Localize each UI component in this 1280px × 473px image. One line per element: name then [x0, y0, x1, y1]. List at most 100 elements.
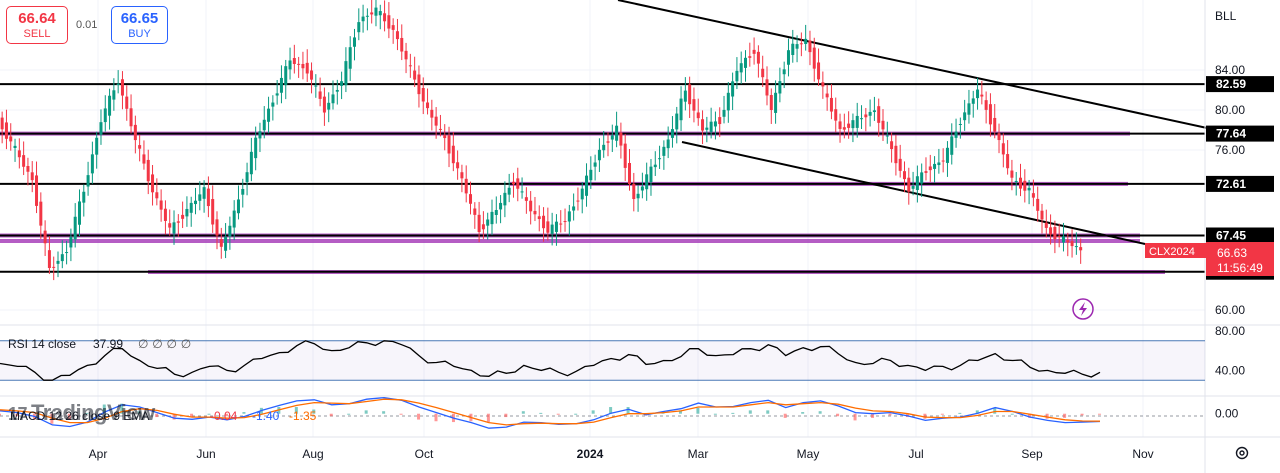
signal-line [0, 398, 1101, 426]
candle-body [477, 214, 481, 233]
candle-body [43, 230, 47, 244]
candle-body [168, 223, 172, 228]
candle-body [765, 79, 769, 96]
candle-body [387, 15, 391, 29]
candle-body [1066, 240, 1070, 243]
candle-body [30, 172, 34, 181]
macd-bar [818, 411, 822, 414]
time-tick: Mar [688, 447, 709, 461]
candle-body [69, 236, 73, 248]
candle-body [219, 239, 223, 247]
watermark-text: TradingView [31, 400, 155, 425]
candle-body [490, 211, 494, 225]
candle-body [847, 123, 851, 128]
price-tick: 80.00 [1215, 103, 1245, 117]
candle-body [391, 25, 395, 30]
candle-body [305, 62, 309, 74]
candle-body [189, 202, 193, 213]
candle-body [576, 200, 580, 202]
gear-icon[interactable] [1234, 445, 1250, 461]
candle-body [713, 121, 717, 127]
chart-canvas[interactable]: RSI 14 close 37.99 ∅ ∅ ∅ ∅ MACD 12 26 cl… [0, 0, 1280, 473]
candle-body [709, 121, 713, 132]
purple-zone [0, 239, 1140, 243]
candle-body [945, 147, 949, 163]
candle-body [984, 100, 988, 110]
candle-body [17, 150, 21, 158]
candle-body [151, 174, 155, 193]
candle-body [133, 124, 137, 141]
candle-body [310, 70, 314, 80]
candle-body [456, 162, 460, 169]
candle-body [421, 88, 425, 102]
candle-body [254, 137, 258, 159]
sell-label: SELL [23, 28, 51, 40]
candle-body [206, 188, 210, 207]
candle-body [937, 162, 941, 166]
candle-body [597, 149, 601, 161]
macd-bar [399, 413, 403, 415]
macd-bar [504, 413, 508, 418]
candle-body [726, 92, 730, 111]
rsi-value: 37.99 [93, 337, 123, 351]
rsi-pane[interactable]: RSI 14 close 37.99 ∅ ∅ ∅ ∅ [0, 337, 1205, 381]
buy-price: 66.65 [120, 10, 159, 27]
rsi-label: RSI 14 close [8, 337, 76, 351]
candle-body [524, 197, 528, 201]
candle-body [739, 63, 743, 73]
sell-button[interactable]: 66.64 SELL [6, 6, 68, 44]
rsi-tick: 80.00 [1215, 324, 1245, 338]
macd-value-hist: -0.04 [210, 409, 238, 423]
candle-body [533, 210, 537, 215]
candle-body [756, 51, 760, 64]
candle-body [632, 183, 636, 200]
candle-body [494, 210, 498, 215]
candle-body [653, 164, 657, 168]
candle-body [82, 191, 86, 203]
candle-body [120, 79, 124, 96]
level-tag-text: 82.59 [1216, 77, 1246, 91]
time-axis[interactable]: Apr Jun Aug Oct 2024 Mar May Jul Sep Nov [89, 447, 1154, 461]
macd-histogram [0, 403, 1101, 424]
candle-body [683, 90, 687, 102]
candle-body [241, 188, 245, 195]
symbol-label[interactable]: BLL [1215, 9, 1236, 23]
candle-body [344, 61, 348, 86]
candle-body [610, 135, 614, 140]
candle-body [1049, 227, 1053, 235]
candle-body [163, 208, 167, 221]
candle-body [877, 106, 881, 123]
symbol-tag: CLX2024 [1149, 246, 1195, 258]
candle-body [267, 108, 271, 122]
candle-body [202, 187, 206, 199]
rsi-extra: ∅ ∅ ∅ ∅ [138, 337, 191, 351]
macd-bar [853, 413, 857, 421]
candle-body [997, 133, 1001, 141]
candle-body [799, 43, 803, 45]
macd-bar [329, 413, 333, 417]
macd-pane[interactable]: MACD 12 26 close 9 EMA -0.04 -1.40 -1.35 [0, 396, 1205, 429]
candle-body [572, 206, 576, 211]
candle-body [331, 94, 335, 104]
candle-body [804, 38, 808, 44]
candle-body [744, 57, 748, 68]
buy-button[interactable]: 66.65 BUY [111, 6, 168, 44]
candle-body [176, 221, 180, 223]
candle-body [1001, 143, 1005, 155]
candle-body [383, 13, 387, 22]
candle-body [520, 191, 524, 193]
candle-body [327, 102, 331, 110]
candle-body [443, 135, 447, 139]
macd-bar [155, 413, 159, 418]
candle-body [1070, 241, 1074, 247]
candle-body [825, 93, 829, 98]
candle-body [318, 91, 322, 99]
candle-body [215, 219, 219, 236]
time-tick: Sep [1021, 447, 1043, 461]
candle-body [211, 199, 215, 225]
candle-body [73, 216, 77, 240]
candle-body [288, 60, 292, 70]
macd-bar [1010, 413, 1014, 415]
macd-bar [242, 412, 246, 414]
price-axis[interactable]: 84.00 80.00 76.00 60.00 82.59 77.64 72.61 67.45… [1206, 63, 1274, 421]
